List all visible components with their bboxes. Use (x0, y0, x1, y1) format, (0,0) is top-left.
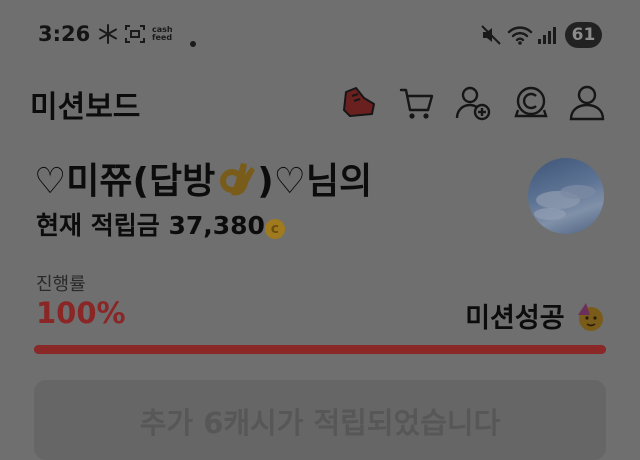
progress-label: 진행률 (36, 274, 86, 295)
screenshot-icon (124, 24, 146, 48)
reward-notice-text: 추가 6캐시가 적립되었습니다 (139, 406, 501, 440)
avatar-cloud-photo (534, 185, 596, 220)
profile-icon[interactable] (568, 84, 606, 122)
mute-icon (480, 24, 502, 50)
signal-icon (537, 24, 557, 50)
user-greeting: ♡미쮸(답방 )♡님의 (34, 152, 372, 204)
cart-icon[interactable] (398, 84, 436, 122)
status-bar: 3:26 cash feed 61 (0, 0, 640, 70)
reward-notice-card: 추가 6캐시가 적립되었습니다 (34, 380, 606, 460)
party-face-emoji-icon (574, 301, 606, 333)
mission-status-text: 미션성공 (465, 303, 565, 334)
dot-icon (190, 32, 196, 51)
progress-bar-fill (34, 345, 606, 354)
battery-indicator: 61 (565, 22, 602, 48)
sneaker-icon[interactable] (340, 84, 378, 122)
balance-label: 현재 적립금 (36, 211, 160, 240)
snowflake-icon (98, 24, 118, 48)
page-title: 미션보드 (30, 90, 141, 125)
progress-bar (34, 345, 606, 354)
coin-icon: c (264, 219, 285, 239)
user-name-prefix: ♡미쮸(답방 (34, 161, 216, 202)
mission-status: 미션성공 (465, 296, 606, 335)
status-time: 3:26 (38, 22, 91, 46)
ok-hand-emoji-icon (215, 159, 257, 199)
balance-value: 37,380 (168, 211, 265, 240)
wifi-icon (507, 24, 533, 50)
progress-value: 100% (36, 296, 126, 330)
balance-row: 현재 적립금 37,380 c (36, 206, 285, 242)
cashfeed-icon: cash feed (152, 25, 173, 42)
coin-c-icon[interactable] (512, 84, 550, 122)
user-name-suffix: )♡님의 (257, 161, 373, 202)
avatar[interactable] (528, 158, 604, 234)
add-friend-icon[interactable] (454, 84, 492, 122)
app-header: 미션보드 (0, 78, 640, 128)
